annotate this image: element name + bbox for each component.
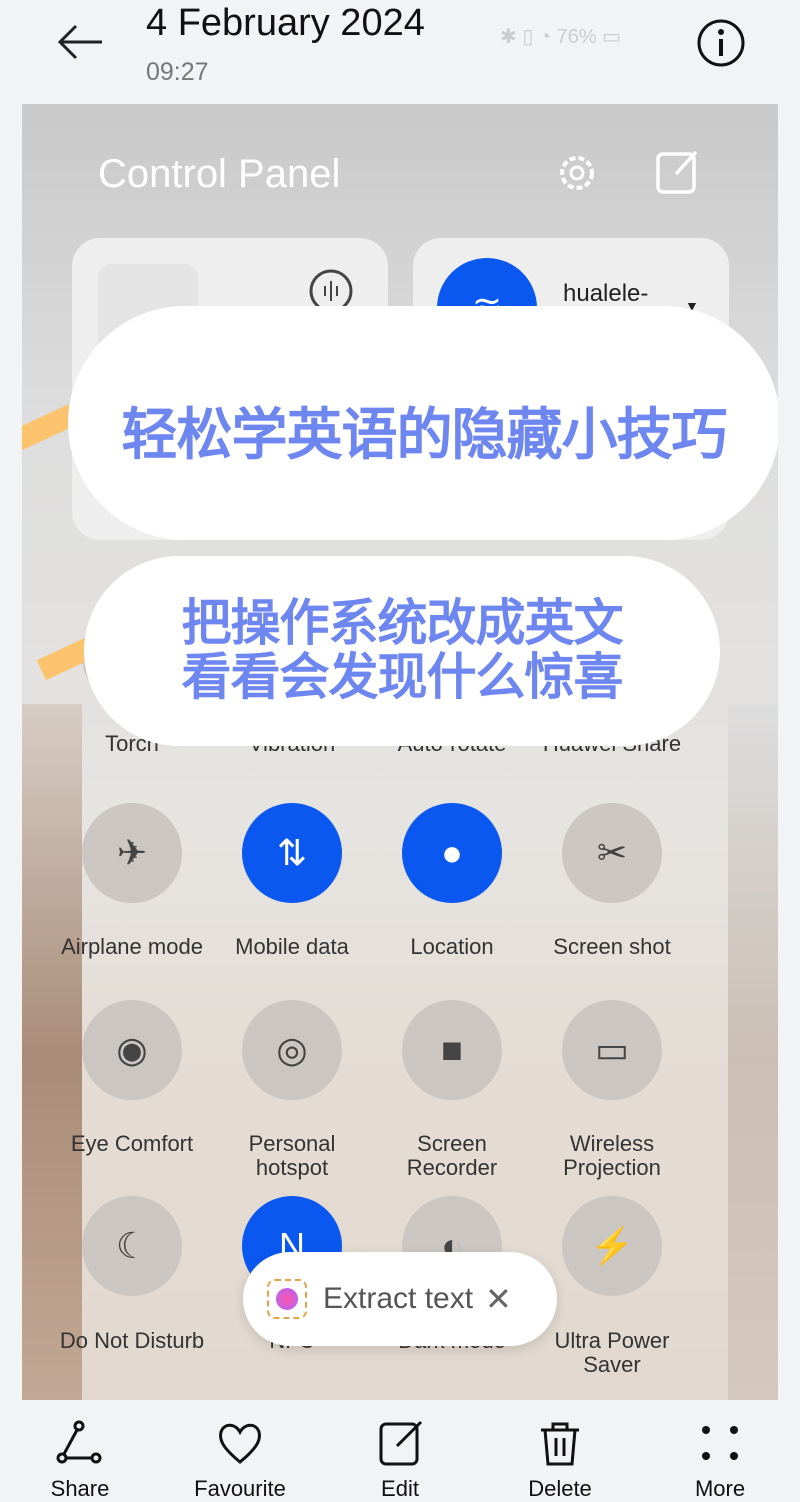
toggle-moon[interactable]: ☾: [82, 1196, 182, 1296]
toggle-label: Screen Recorder: [406, 1131, 498, 1180]
overlay-line-2: 看看会发现什么惊喜: [181, 648, 624, 706]
favourite-button[interactable]: Favourite: [180, 1420, 300, 1502]
toggle-label: Ultra Power Saver: [554, 1328, 670, 1377]
edit-icon: [379, 1420, 423, 1466]
toggle-label: Screen shot: [553, 934, 671, 959]
toggle-label: Eye Comfort: [70, 1131, 194, 1156]
projection-icon: ▭: [594, 1029, 629, 1070]
toggle-video[interactable]: ■: [402, 1000, 502, 1100]
screenshot-icon: ✂: [596, 832, 628, 873]
close-icon[interactable]: ✕: [485, 1280, 512, 1318]
toggle-label: Do Not Disturb: [59, 1328, 205, 1353]
info-icon[interactable]: [696, 18, 746, 68]
status-bar-ghost: ✱ ▯ ◔ 76% ▭: [500, 26, 621, 48]
overlay-headline: 轻松学英语的隐藏小技巧: [121, 403, 728, 468]
toggle-airplane[interactable]: ✈: [82, 803, 182, 903]
toggle-location[interactable]: ●: [402, 803, 502, 903]
video-icon: ■: [441, 1029, 463, 1070]
settings-gear-icon: [560, 156, 594, 190]
photo-date: 4 February 2024: [146, 2, 425, 44]
toggle-projection[interactable]: ▭: [562, 1000, 662, 1100]
extract-text-icon: [267, 1279, 307, 1319]
location-icon: ●: [441, 832, 463, 873]
toggle-mobile-data[interactable]: ⇅: [242, 803, 342, 903]
toggle-label: Personal hotspot: [248, 1131, 336, 1180]
share-button[interactable]: Share: [20, 1420, 140, 1502]
hotspot-icon: ◎: [276, 1029, 308, 1070]
control-panel-title: Control Panel: [98, 152, 341, 196]
extract-text-label: Extract text: [323, 1282, 474, 1315]
top-bar: 4 February 2024 09:27 ✱ ▯ ◔ 76% ▭: [0, 0, 800, 104]
share-icon: [56, 1420, 102, 1464]
battery-icon: ⚡: [589, 1225, 635, 1266]
mobile-data-icon: ⇅: [276, 832, 308, 873]
photo-time: 09:27: [146, 58, 209, 86]
more-icon: [702, 1426, 738, 1460]
trash-icon: [541, 1422, 579, 1466]
edit-icon: [656, 150, 698, 194]
toggle-screenshot[interactable]: ✂: [562, 803, 662, 903]
toggle-hotspot[interactable]: ◎: [242, 1000, 342, 1100]
toggle-eye[interactable]: ◉: [82, 1000, 182, 1100]
overlay-line-1: 把操作系统改成英文: [181, 594, 624, 652]
airplane-icon: ✈: [116, 832, 148, 873]
more-button[interactable]: More: [660, 1420, 780, 1502]
toggle-label: Wireless Projection: [563, 1131, 661, 1180]
toggle-label: Location: [410, 934, 494, 959]
toggle-battery[interactable]: ⚡: [562, 1196, 662, 1296]
delete-button[interactable]: Delete: [500, 1420, 620, 1502]
edit-button[interactable]: Edit: [340, 1420, 460, 1502]
toggle-label: Mobile data: [235, 934, 349, 959]
back-arrow-icon[interactable]: [56, 22, 104, 62]
eye-icon: ◉: [116, 1029, 148, 1070]
extract-text-chip[interactable]: Extract text ✕: [243, 1252, 557, 1346]
screenshot-image: Control Panel ≋ hualele- ▼ TorchVibratio…: [22, 104, 778, 1400]
heart-icon: [219, 1423, 261, 1464]
toggle-label: Airplane mode: [61, 934, 203, 959]
bottom-toolbar: Share Favourite Edit Delete More: [0, 1400, 800, 1502]
wifi-name: hualele-: [563, 280, 649, 307]
moon-icon: ☾: [115, 1225, 149, 1266]
